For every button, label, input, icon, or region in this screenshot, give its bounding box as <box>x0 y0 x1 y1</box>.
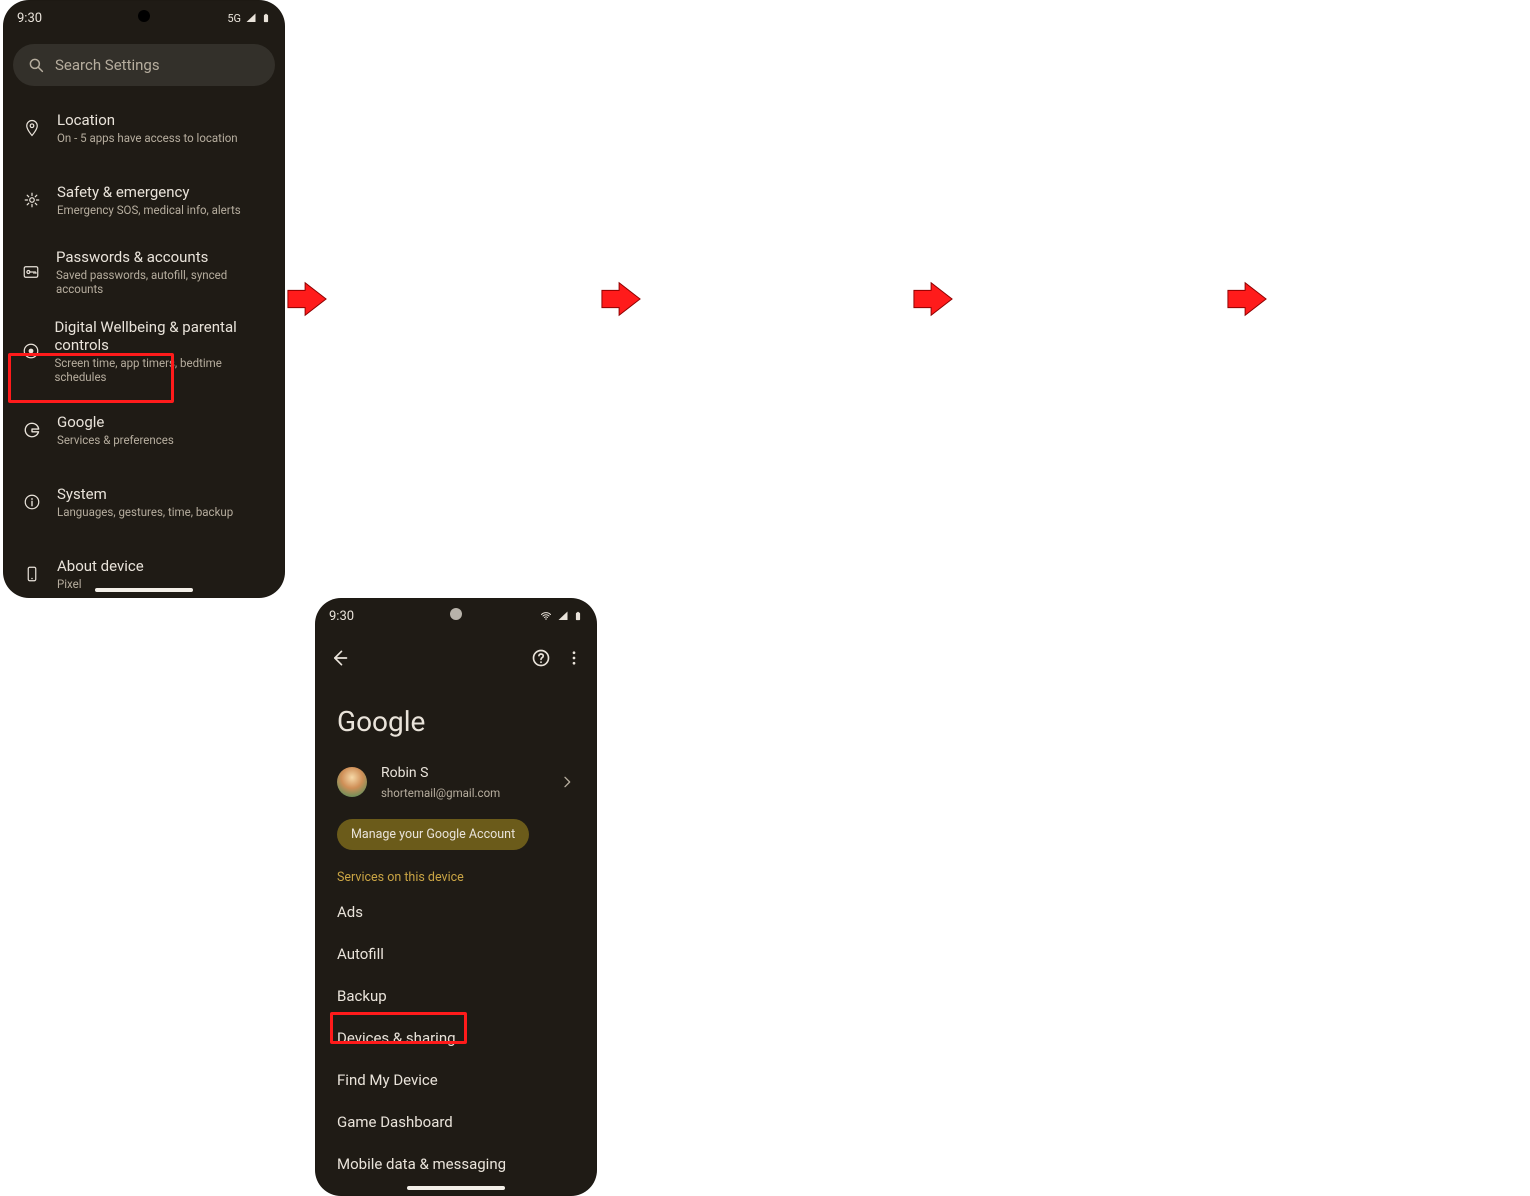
user-avatar-icon <box>337 767 367 797</box>
service-item-autofill[interactable]: Autofill <box>315 933 597 975</box>
settings-item-title: System <box>57 485 233 503</box>
service-item-mobile-data[interactable]: Mobile data & messaging <box>315 1143 597 1185</box>
step-arrow-icon <box>912 280 954 318</box>
emergency-icon <box>21 191 43 209</box>
chevron-right-icon <box>559 774 575 790</box>
google-icon <box>21 421 43 439</box>
settings-item-safety[interactable]: Safety & emergency Emergency SOS, medica… <box>3 164 285 236</box>
account-row[interactable]: Robin S shortemail@gmail.com <box>315 756 597 807</box>
device-icon <box>21 565 43 583</box>
screen-settings: 9:30 5G Search Settings Location On - 5 … <box>3 0 285 598</box>
step-arrow-icon <box>286 280 328 318</box>
settings-item-subtitle: On - 5 apps have access to location <box>57 131 238 145</box>
settings-item-title: Digital Wellbeing & parental controls <box>54 318 267 354</box>
wifi-icon <box>539 610 553 622</box>
battery-icon <box>573 610 583 622</box>
status-time: 9:30 <box>329 609 354 624</box>
service-item-devices-sharing[interactable]: Devices & sharing <box>315 1017 597 1059</box>
search-icon <box>27 56 45 74</box>
service-item-find-device[interactable]: Find My Device <box>315 1059 597 1101</box>
help-button[interactable] <box>531 648 551 668</box>
navigation-handle[interactable] <box>95 588 193 592</box>
info-icon <box>21 493 43 511</box>
page-title: Google <box>315 678 597 756</box>
camera-notch-icon <box>138 10 150 22</box>
search-settings-input[interactable]: Search Settings <box>13 44 275 86</box>
step-arrow-icon <box>1226 280 1268 318</box>
overflow-menu-button[interactable] <box>565 648 583 668</box>
account-name: Robin S <box>381 765 428 781</box>
search-placeholder: Search Settings <box>55 56 160 74</box>
settings-item-subtitle: Languages, gestures, time, backup <box>57 505 233 519</box>
settings-item-title: Safety & emergency <box>57 183 241 201</box>
settings-item-passwords[interactable]: Passwords & accounts Saved passwords, au… <box>3 236 285 308</box>
settings-item-subtitle: Services & preferences <box>57 433 174 447</box>
settings-item-system[interactable]: System Languages, gestures, time, backup <box>3 466 285 538</box>
settings-item-wellbeing[interactable]: Digital Wellbeing & parental controls Sc… <box>3 308 285 394</box>
settings-item-title: Passwords & accounts <box>56 248 267 266</box>
account-email: shortemail@gmail.com <box>381 786 500 800</box>
battery-icon <box>261 12 271 24</box>
wellbeing-icon <box>21 342 40 360</box>
settings-item-google[interactable]: Google Services & preferences <box>3 394 285 466</box>
navigation-handle[interactable] <box>407 1186 505 1190</box>
service-item-ads[interactable]: Ads <box>315 891 597 933</box>
settings-item-location[interactable]: Location On - 5 apps have access to loca… <box>3 92 285 164</box>
step-arrow-icon <box>600 280 642 318</box>
services-section-label: Services on this device <box>315 860 597 891</box>
settings-item-title: Google <box>57 413 174 431</box>
settings-item-subtitle: Emergency SOS, medical info, alerts <box>57 203 241 217</box>
settings-item-subtitle: Screen time, app timers, bedtime schedul… <box>54 356 267 384</box>
status-network-label: 5G <box>227 12 241 25</box>
manage-account-button[interactable]: Manage your Google Account <box>337 819 529 850</box>
screen-google: 9:30 Google Robin S shortemail@gmail.com… <box>315 598 597 1196</box>
settings-item-subtitle: Saved passwords, autofill, synced accoun… <box>56 268 267 296</box>
camera-notch-icon <box>450 608 462 620</box>
settings-item-title: About device <box>57 557 144 575</box>
status-time: 9:30 <box>17 11 42 26</box>
signal-icon <box>557 610 569 622</box>
signal-icon <box>245 12 257 24</box>
key-icon <box>21 263 42 281</box>
settings-item-title: Location <box>57 111 238 129</box>
back-button[interactable] <box>329 648 349 668</box>
service-item-game-dashboard[interactable]: Game Dashboard <box>315 1101 597 1143</box>
service-item-backup[interactable]: Backup <box>315 975 597 1017</box>
location-icon <box>21 119 43 137</box>
